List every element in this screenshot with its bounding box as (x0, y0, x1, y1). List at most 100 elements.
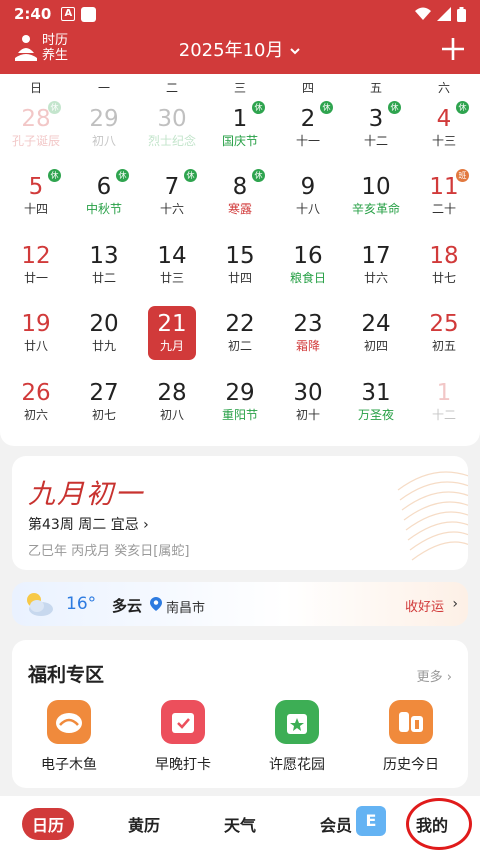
calendar-day[interactable]: 1 十二 (410, 374, 478, 442)
calendar-day[interactable]: 4 十三 休 (410, 100, 478, 168)
calendar-day[interactable]: 31 万圣夜 (342, 374, 410, 442)
notification-square-icon (81, 6, 97, 22)
calendar-day[interactable]: 5 十四 休 (2, 168, 70, 236)
tab-mine[interactable]: 我的 (384, 796, 480, 852)
day-lunar-label: 初二 (227, 339, 252, 354)
day-number: 1 (232, 106, 248, 132)
calendar-day[interactable]: 29 重阳节 (206, 374, 274, 442)
calendar-day-selected[interactable]: 21 九月 (138, 305, 206, 373)
weekday-label: 二 (165, 80, 178, 95)
day-number: 4 (436, 106, 452, 132)
calendar-day[interactable]: 12 廿一 (2, 237, 70, 305)
calendar-day[interactable]: 17 廿六 (342, 237, 410, 305)
calendar-day[interactable]: 6 中秋节 休 (70, 168, 138, 236)
weather-card[interactable]: 16° 多云 南昌市 收好运 › (12, 582, 468, 626)
day-number: 11 (429, 174, 459, 201)
day-lunar-label: 初八 (91, 134, 116, 148)
welfare-item-label: 电子木鱼 (41, 757, 97, 773)
calendar-day[interactable]: 16 粮食日 (274, 237, 342, 305)
day-lunar-label: 霜降 (295, 339, 320, 354)
welfare-item[interactable]: 许愿花园 (240, 700, 354, 774)
lunar-date-card[interactable]: 九月初一 第43周 周二 宜忌 › 乙巳年 丙戌月 癸亥日[属蛇] (12, 456, 468, 570)
day-number: 27 (89, 379, 119, 406)
day-number: 19 (21, 311, 51, 338)
fortune-link[interactable]: 收好运 (405, 596, 444, 615)
calendar-day[interactable]: 15 廿四 (206, 237, 274, 305)
calendar-day[interactable]: 24 初四 (342, 305, 410, 373)
day-number: 31 (361, 379, 391, 406)
day-number: 14 (157, 242, 187, 269)
calendar-day[interactable]: 28 初八 (138, 374, 206, 442)
day-lunar-label: 重阳节 (221, 407, 258, 422)
floating-assistant-icon[interactable]: E (356, 806, 386, 836)
workday-badge: 班 (456, 169, 469, 183)
day-lunar-label: 十六 (159, 202, 184, 217)
holiday-badge: 休 (48, 169, 61, 183)
calendar-day[interactable]: 10 辛亥革命 (342, 168, 410, 236)
weather-location[interactable]: 南昌市 (166, 597, 205, 616)
month-title: 2025年10月 (178, 40, 284, 61)
calendar-day[interactable]: 1 国庆节 休 (206, 100, 274, 168)
decorative-wave-pattern (397, 471, 468, 561)
holiday-badge: 休 (388, 101, 401, 114)
welfare-section: 福利专区 更多 › 电子木鱼 早晚打卡 许愿花园 历史今日 (12, 640, 468, 788)
calendar-day[interactable]: 25 初五 (410, 305, 478, 373)
day-number: 28 (157, 379, 187, 406)
tab-almanac[interactable]: 黄历 (96, 796, 192, 852)
calendar-day[interactable]: 29 初八 (70, 100, 138, 168)
holiday-badge: 休 (116, 169, 129, 183)
add-button[interactable] (438, 34, 468, 64)
day-lunar-label: 万圣夜 (357, 407, 394, 422)
welfare-item[interactable]: 电子木鱼 (12, 700, 126, 774)
wish-garden-icon (275, 700, 319, 744)
calendar-day[interactable]: 19 廿八 (2, 305, 70, 373)
calendar-day[interactable]: 14 廿三 (138, 237, 206, 305)
calendar-day[interactable]: 13 廿二 (70, 237, 138, 305)
day-lunar-label: 二十 (431, 202, 456, 217)
calendar-day[interactable]: 20 廿九 (70, 305, 138, 373)
calendar-day[interactable]: 26 初六 (2, 374, 70, 442)
day-number: 30 (293, 379, 323, 406)
day-number: 5 (28, 174, 44, 201)
day-number: 3 (368, 106, 384, 132)
calendar-day[interactable]: 9 十八 (274, 168, 342, 236)
tab-calendar[interactable]: 日历 (0, 796, 96, 852)
day-number: 13 (89, 242, 119, 269)
day-lunar-label: 九月 (159, 339, 184, 354)
day-number: 25 (429, 311, 459, 338)
location-pin-icon (150, 597, 162, 611)
day-number: 21 (157, 311, 187, 338)
tab-weather[interactable]: 天气 (192, 796, 288, 852)
welfare-item[interactable]: 早晚打卡 (126, 700, 240, 774)
calendar-day[interactable]: 23 霜降 (274, 305, 342, 373)
calendar-day[interactable]: 7 十六 休 (138, 168, 206, 236)
calendar-day[interactable]: 3 十二 休 (342, 100, 410, 168)
day-lunar-label: 辛亥革命 (351, 202, 400, 217)
welfare-item-label: 许愿花园 (269, 757, 325, 773)
calendar-day[interactable]: 30 初十 (274, 374, 342, 442)
day-lunar-label: 十二 (431, 407, 456, 422)
calendar-day[interactable]: 27 初七 (70, 374, 138, 442)
battery-icon (457, 6, 466, 22)
bottom-tab-bar: 日历 黄历 天气 会员 我的 (0, 796, 480, 852)
weekday-label: 六 (437, 80, 450, 95)
calendar-day[interactable]: 22 初二 (206, 305, 274, 373)
calendar-day[interactable]: 11 二十 班 (410, 168, 478, 236)
calendar-day[interactable]: 28 孔子诞辰 休 (2, 100, 70, 168)
calendar-day[interactable]: 18 廿七 (410, 237, 478, 305)
month-selector[interactable]: 2025年10月 (0, 36, 480, 62)
welfare-item[interactable]: 历史今日 (354, 700, 468, 774)
welfare-more-link[interactable]: 更多 › (417, 666, 452, 685)
day-number: 20 (89, 311, 119, 338)
chevron-down-icon (290, 48, 300, 55)
partly-cloudy-icon (27, 593, 53, 616)
week-yiji-link[interactable]: 第43周 周二 宜忌 › (28, 514, 149, 534)
day-number: 28 (21, 106, 51, 132)
calendar-day[interactable]: 8 寒露 休 (206, 168, 274, 236)
calendar-day[interactable]: 2 十一 休 (274, 100, 342, 168)
day-lunar-label: 十八 (295, 202, 320, 217)
day-lunar-label: 初十 (295, 407, 320, 422)
calendar-day[interactable]: 30 烈士纪念 (138, 100, 206, 168)
day-lunar-label: 寒露 (227, 202, 252, 217)
app-notification-icon: A (61, 7, 76, 21)
